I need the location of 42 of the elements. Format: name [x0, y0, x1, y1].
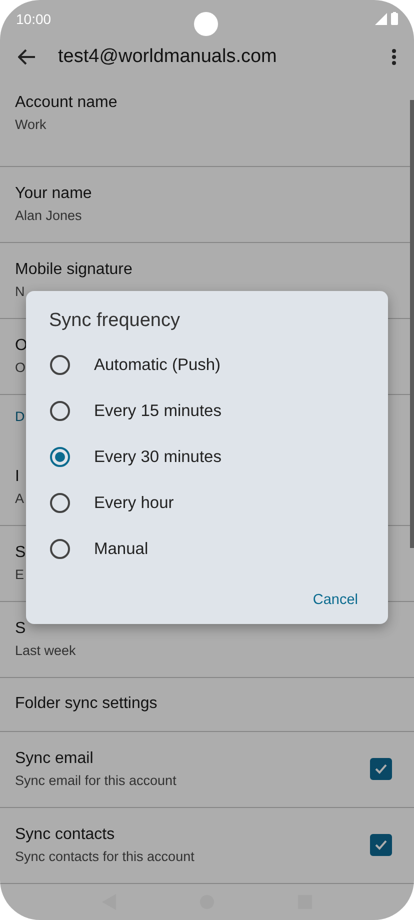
setting-summary: Sync contacts for this account — [15, 849, 194, 864]
signal-icon — [375, 12, 387, 25]
setting-title[interactable]: Folder sync settings — [15, 695, 158, 714]
setting-title[interactable]: S — [15, 620, 26, 638]
camera-hole-icon — [194, 12, 218, 36]
radio-option[interactable]: Manual — [26, 526, 388, 572]
radio-option[interactable]: Every 30 minutes — [26, 434, 388, 480]
setting-summary: N — [15, 284, 25, 300]
radio-button[interactable] — [50, 539, 70, 559]
checkbox[interactable] — [370, 834, 392, 856]
dialog-title: Sync frequency — [49, 310, 180, 332]
setting-summary: E — [15, 567, 24, 582]
radio-button[interactable] — [50, 401, 70, 421]
setting-summary: Last week — [15, 643, 76, 658]
app-bar-title: test4@worldmanuals.com — [58, 46, 278, 68]
setting-title[interactable]: Sync contacts — [15, 826, 115, 844]
back-arrow-icon[interactable] — [18, 48, 36, 65]
setting-title[interactable]: I — [15, 468, 20, 486]
cancel-button[interactable]: Cancel — [302, 584, 368, 616]
setting-title[interactable]: Your name — [15, 185, 92, 204]
setting-summary: Work — [15, 116, 46, 132]
setting-title[interactable]: Mobile signature — [15, 261, 132, 280]
radio-option[interactable]: Every hour — [26, 480, 388, 526]
more-options-icon[interactable] — [392, 48, 396, 65]
setting-summary: A — [15, 491, 24, 506]
status-time: 10:00 — [16, 10, 52, 27]
setting-title[interactable]: Account name — [15, 94, 118, 112]
checkbox[interactable] — [370, 758, 392, 780]
checkmark-icon — [375, 840, 387, 850]
radio-button[interactable] — [50, 493, 70, 513]
setting-summary: Alan Jones — [15, 208, 82, 224]
radio-option[interactable]: Every 15 minutes — [26, 388, 388, 434]
checkmark-icon — [375, 764, 387, 774]
radio-option[interactable]: Automatic (Push) — [26, 342, 388, 388]
setting-summary: Sync email for this account — [15, 773, 176, 788]
section-header: D — [14, 408, 26, 426]
setting-title[interactable]: Sync email — [15, 750, 94, 768]
radio-button[interactable] — [50, 447, 70, 467]
radio-button[interactable] — [50, 355, 70, 375]
battery-icon — [391, 12, 398, 26]
setting-summary: O — [15, 360, 26, 376]
setting-title[interactable]: S — [15, 544, 26, 562]
